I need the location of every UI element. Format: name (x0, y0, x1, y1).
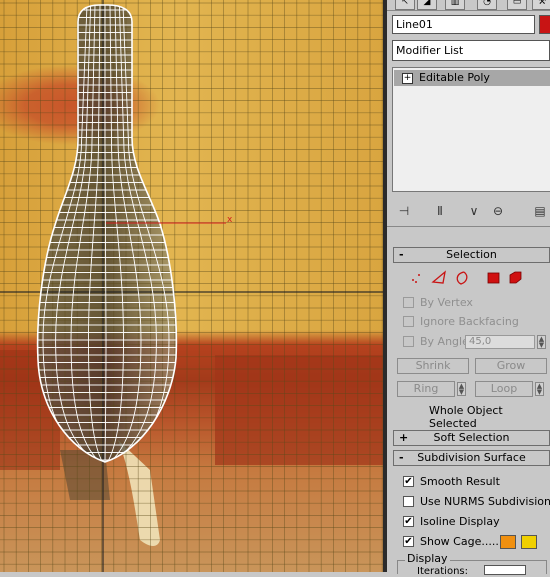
angle-spinner-arrows[interactable]: ▲ ▼ (537, 335, 546, 349)
by-angle-checkbox[interactable] (403, 336, 414, 347)
ring-spinner-arrows[interactable]: ▲ ▼ (457, 382, 466, 396)
object-name-field[interactable]: Line01 (392, 15, 535, 34)
shrink-button[interactable]: Shrink (397, 358, 469, 374)
iterations-field[interactable] (484, 565, 526, 575)
rollout-title: Selection (446, 248, 497, 261)
element-icon[interactable] (509, 271, 522, 284)
use-nurms-label: Use NURMS Subdivision (420, 495, 550, 508)
stack-item-label: Editable Poly (419, 71, 490, 84)
soft-selection-rollout-header[interactable]: + Soft Selection (393, 430, 550, 446)
hierarchy-tab-icon[interactable]: ▥ (445, 0, 465, 10)
subdivision-surface-rollout-header[interactable]: - Subdivision Surface (393, 450, 550, 466)
remove-modifier-icon[interactable]: ⊖ (488, 202, 508, 220)
loop-button[interactable]: Loop (475, 381, 533, 397)
angle-spinner[interactable]: 45,0 (465, 335, 535, 349)
command-panel: ↖ ◢ ▥ ◔ ▭ ⚒ Line01 Modifier List + Editab… (383, 0, 550, 577)
grow-button[interactable]: Grow (475, 358, 547, 374)
utilities-tab-icon[interactable]: ⚒ (532, 0, 550, 10)
x-axis-label: x (227, 215, 233, 225)
object-color-swatch[interactable] (539, 15, 550, 34)
modifier-list-label: Modifier List (396, 44, 464, 57)
command-panel-tabs: ↖ ◢ ▥ ◔ ▭ ⚒ (387, 0, 550, 11)
collapse-sign: - (399, 248, 404, 261)
use-nurms-checkbox[interactable] (403, 496, 414, 507)
background-shape (118, 440, 160, 546)
rollout-title: Subdivision Surface (417, 451, 526, 464)
smooth-result-checkbox[interactable]: ✔ (403, 476, 414, 487)
motion-tab-icon[interactable]: ◔ (477, 0, 497, 10)
plus-icon[interactable]: + (402, 72, 413, 84)
display-tab-icon[interactable]: ▭ (507, 0, 527, 10)
configure-modifier-sets-icon[interactable]: ▤ (530, 202, 550, 220)
vertex-icon[interactable] (412, 274, 420, 283)
pin-stack-icon[interactable]: ⊣ (394, 202, 414, 220)
display-group-title: Display (405, 552, 450, 565)
viewport-canvas: x (0, 0, 383, 572)
perspective-viewport[interactable]: x (0, 0, 383, 572)
show-cage-label: Show Cage...... (420, 535, 503, 548)
by-vertex-checkbox[interactable] (403, 297, 414, 308)
collapse-sign: - (399, 451, 404, 464)
selection-status: Whole Object Selected (429, 404, 503, 430)
modifier-stack[interactable]: + Editable Poly (392, 67, 550, 192)
cage-color-swatch-2[interactable] (521, 535, 537, 549)
subobject-levels (412, 270, 522, 285)
stack-item-editable-poly[interactable]: + Editable Poly (394, 70, 550, 86)
show-cage-checkbox[interactable]: ✔ (403, 536, 414, 547)
rollout-title: Soft Selection (433, 431, 510, 444)
by-vertex-label: By Vertex (420, 296, 473, 309)
border-icon[interactable] (456, 271, 468, 285)
edge-icon[interactable] (431, 270, 446, 284)
cage-color-swatch-1[interactable] (500, 535, 516, 549)
modify-tab-icon[interactable]: ◢ (417, 0, 437, 10)
ring-button[interactable]: Ring (397, 381, 455, 397)
isoline-display-label: Isoline Display (420, 515, 500, 528)
isoline-display-checkbox[interactable]: ✔ (403, 516, 414, 527)
modifier-list-dropdown[interactable]: Modifier List (392, 40, 550, 61)
divider (387, 226, 550, 235)
stack-toolbar: ⊣ Ⅱ ∨ ⊖ ▤ (392, 198, 550, 224)
expand-sign: + (399, 431, 409, 444)
create-tab-icon[interactable]: ↖ (395, 0, 415, 10)
loop-spinner-arrows[interactable]: ▲ ▼ (535, 382, 544, 396)
ignore-backfacing-label: Ignore Backfacing (420, 315, 519, 328)
selection-rollout-header[interactable]: - Selection (393, 247, 550, 263)
polygon-icon[interactable] (487, 272, 500, 284)
show-end-result-icon[interactable]: Ⅱ (430, 202, 450, 220)
ignore-backfacing-checkbox[interactable] (403, 316, 414, 327)
make-unique-icon[interactable]: ∨ (464, 202, 484, 220)
smooth-result-label: Smooth Result (420, 475, 500, 488)
